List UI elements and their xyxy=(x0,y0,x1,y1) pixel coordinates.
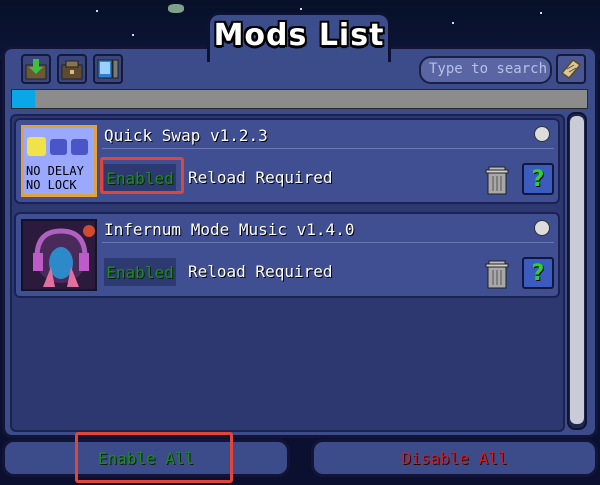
star xyxy=(132,34,134,36)
progress-fill xyxy=(12,90,35,108)
mod-entry-infernum-music[interactable]: Infernum Mode Music v1.4.0 Enabled Reloa… xyxy=(14,212,560,298)
page-title: Mods List xyxy=(213,18,385,53)
delete-mod-trash-icon[interactable] xyxy=(484,259,510,289)
steam-workshop-icon xyxy=(534,126,550,142)
mod-name: Quick Swap v1.2.3 xyxy=(104,126,268,145)
mod-toggle-enabled[interactable]: Enabled xyxy=(104,258,176,286)
mod-sources-button[interactable] xyxy=(57,54,87,84)
download-mods-button[interactable] xyxy=(21,54,51,84)
loading-progress-bar xyxy=(11,89,588,109)
enable-all-button[interactable]: Enable All xyxy=(2,439,290,477)
mod-icon-quick-swap: NO DELAY NO LOCK xyxy=(21,125,97,197)
mod-icon-infernum-music xyxy=(21,219,97,291)
divider xyxy=(102,242,554,243)
delete-mod-trash-icon[interactable] xyxy=(484,165,510,195)
mod-name: Infernum Mode Music v1.4.0 xyxy=(104,220,355,239)
mod-info-button[interactable]: ? xyxy=(522,257,554,289)
search-filter-button[interactable] xyxy=(556,54,586,84)
background-critter xyxy=(168,4,184,13)
steam-workshop-icon xyxy=(534,220,550,236)
mod-entry-quick-swap[interactable]: NO DELAY NO LOCK Quick Swap v1.2.3 Enabl… xyxy=(14,118,560,204)
headphones-skull-icon xyxy=(23,221,95,289)
scrollbar-thumb[interactable] xyxy=(570,116,584,424)
mod-toggle-enabled[interactable]: Enabled xyxy=(104,164,176,192)
filter-scroll-icon xyxy=(560,58,582,80)
download-mods-icon xyxy=(25,59,47,80)
star xyxy=(452,22,454,24)
icon-text-line-1: NO DELAY xyxy=(26,164,84,178)
icon-text-line-2: NO LOCK xyxy=(26,178,77,192)
reload-required-label: Reload Required xyxy=(188,168,333,187)
mod-info-button[interactable]: ? xyxy=(522,163,554,195)
mod-config-icon xyxy=(97,59,119,79)
mod-config-button[interactable] xyxy=(93,54,123,84)
divider xyxy=(102,148,554,149)
star xyxy=(300,8,302,10)
mod-sources-icon xyxy=(61,60,83,80)
star xyxy=(96,10,98,12)
star xyxy=(540,12,542,14)
list-scrollbar[interactable] xyxy=(567,112,587,430)
search-input[interactable]: Type to search xyxy=(419,56,552,84)
reload-required-label: Reload Required xyxy=(188,262,333,281)
disable-all-button[interactable]: Disable All xyxy=(311,439,598,477)
